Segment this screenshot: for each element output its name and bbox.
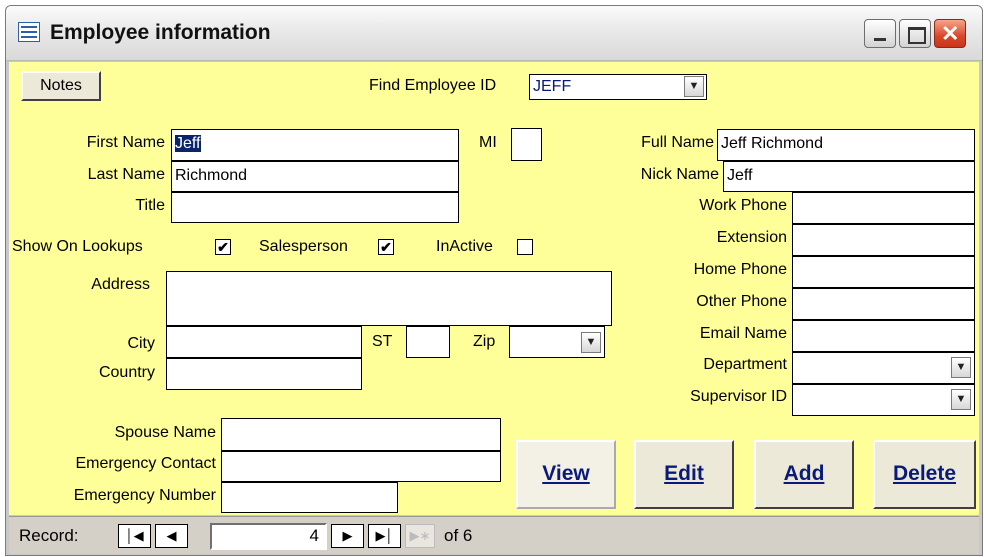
dropdown-arrow-icon[interactable]: ▼ (951, 357, 971, 378)
supervisor-id-label: Supervisor ID (690, 388, 787, 405)
title-label: Title (135, 197, 165, 214)
record-label: Record: (19, 526, 79, 545)
work-phone-label: Work Phone (699, 197, 787, 214)
zip-label: Zip (473, 333, 496, 350)
email-name-label: Email Name (699, 325, 787, 342)
record-number-field[interactable]: 4 (210, 523, 327, 550)
first-record-icon[interactable]: │◀ (118, 524, 151, 548)
first-name-value: Jeff (175, 135, 201, 152)
find-employee-combo[interactable]: JEFF (529, 74, 707, 100)
first-name-label: First Name (86, 134, 165, 151)
address-field[interactable] (166, 271, 612, 326)
extension-label: Extension (716, 229, 787, 246)
new-record-icon[interactable]: ▶∗ (405, 524, 435, 548)
inactive-label: InActive (436, 238, 493, 255)
salesperson-checkbox[interactable]: ✔ (378, 239, 394, 255)
salesperson-label: Salesperson (259, 238, 348, 255)
form-icon (18, 22, 40, 42)
home-phone-label: Home Phone (693, 261, 787, 278)
full-name-field[interactable]: Jeff Richmond (717, 129, 975, 161)
city-label: City (127, 335, 155, 352)
st-field[interactable] (406, 326, 450, 358)
notes-button[interactable]: Notes (21, 71, 101, 101)
home-phone-field[interactable] (792, 256, 975, 288)
mi-label: MI (479, 134, 497, 151)
mi-field[interactable] (511, 128, 542, 161)
extension-field[interactable] (792, 224, 975, 256)
find-employee-label: Find Employee ID (369, 77, 497, 94)
delete-button[interactable]: Delete (873, 440, 976, 509)
email-name-field[interactable] (792, 320, 975, 352)
supervisor-id-combo[interactable] (792, 384, 975, 416)
close-icon[interactable] (934, 19, 966, 48)
full-name-label: Full Name (641, 134, 714, 151)
spouse-name-field[interactable] (221, 418, 501, 451)
city-field[interactable] (166, 326, 362, 358)
other-phone-field[interactable] (792, 288, 975, 320)
emergency-contact-field[interactable] (221, 451, 501, 482)
first-name-field[interactable]: Jeff (171, 129, 459, 161)
country-field[interactable] (166, 358, 362, 390)
department-label: Department (703, 356, 787, 373)
emergency-contact-label: Emergency Contact (75, 455, 216, 472)
title-field[interactable] (171, 192, 459, 223)
dropdown-arrow-icon[interactable]: ▼ (684, 76, 704, 97)
record-count: of 6 (444, 526, 473, 545)
emergency-number-field[interactable] (221, 482, 398, 513)
minimize-icon[interactable] (864, 19, 896, 48)
maximize-icon[interactable] (899, 19, 931, 48)
employee-form: Notes Find Employee ID JEFF ▼ First Name… (9, 62, 979, 515)
title-bar[interactable]: Employee information (6, 6, 982, 61)
view-button[interactable]: View (516, 440, 616, 509)
nick-name-label: Nick Name (640, 166, 719, 183)
last-name-field[interactable]: Richmond (171, 161, 459, 192)
next-record-icon[interactable]: ▶ (331, 524, 364, 548)
emergency-number-label: Emergency Number (73, 487, 216, 504)
previous-record-icon[interactable]: ◀ (155, 524, 188, 548)
address-label: Address (91, 276, 150, 293)
add-button[interactable]: Add (754, 440, 854, 509)
nick-name-field[interactable]: Jeff (723, 161, 975, 192)
window-title: Employee information (50, 21, 271, 44)
record-navigation-bar: Record: │◀ ◀ 4 ▶ ▶│ ▶∗ of 6 (9, 516, 979, 554)
edit-button[interactable]: Edit (634, 440, 734, 509)
work-phone-field[interactable] (792, 192, 975, 224)
last-record-icon[interactable]: ▶│ (368, 524, 401, 548)
inactive-checkbox[interactable] (517, 239, 533, 255)
show-on-lookups-label: Show On Lookups (12, 238, 143, 255)
employee-information-window: Employee information Notes Find Employee… (5, 5, 983, 556)
country-label: Country (98, 364, 155, 381)
other-phone-label: Other Phone (696, 293, 787, 310)
department-combo[interactable] (792, 352, 975, 384)
dropdown-arrow-icon[interactable]: ▼ (951, 389, 971, 410)
st-label: ST (372, 333, 393, 350)
show-on-lookups-checkbox[interactable]: ✔ (215, 239, 231, 255)
last-name-label: Last Name (87, 166, 165, 183)
dropdown-arrow-icon[interactable]: ▼ (581, 332, 601, 353)
spouse-name-label: Spouse Name (114, 424, 216, 441)
